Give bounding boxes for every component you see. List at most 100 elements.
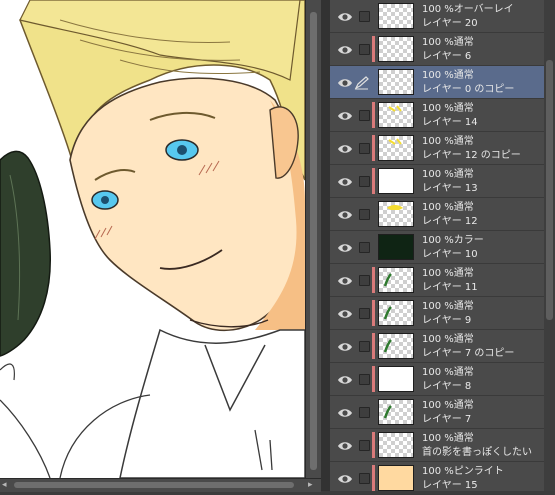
layer-lock-checkbox[interactable] bbox=[359, 44, 370, 55]
eye-icon[interactable] bbox=[337, 42, 353, 56]
layer-blend-mode: 100 %通常 bbox=[422, 103, 474, 114]
layer-blend-mode: 100 %通常 bbox=[422, 136, 474, 147]
pencil-icon bbox=[354, 75, 370, 90]
eye-icon[interactable] bbox=[337, 174, 353, 188]
layer-row[interactable]: 100 %カラー レイヤー 10 bbox=[330, 231, 544, 264]
layer-row[interactable]: 100 %通常 レイヤー 11 bbox=[330, 264, 544, 297]
layer-name: レイヤー 0 のコピー bbox=[422, 84, 515, 95]
scroll-left-arrow-icon[interactable]: ◂ bbox=[2, 480, 7, 490]
layer-lock-checkbox[interactable] bbox=[359, 407, 370, 418]
canvas-horizontal-scroll-thumb[interactable] bbox=[14, 482, 294, 488]
eye-icon[interactable] bbox=[337, 405, 353, 419]
layer-blend-mode: 100 %カラー bbox=[422, 235, 484, 246]
layer-name: レイヤー 15 bbox=[422, 480, 478, 491]
layer-thumbnail bbox=[378, 135, 414, 161]
scroll-right-arrow-icon[interactable]: ▸ bbox=[308, 480, 313, 490]
layer-blend-mode: 100 %通常 bbox=[422, 334, 474, 345]
canvas-vertical-scroll-thumb[interactable] bbox=[310, 12, 317, 470]
layer-panel-scroll-thumb[interactable] bbox=[546, 60, 553, 320]
layer-row[interactable]: 100 %ピンライト レイヤー 15 bbox=[330, 462, 544, 495]
layer-lock-checkbox[interactable] bbox=[359, 473, 370, 484]
glove-shape bbox=[0, 150, 51, 357]
layer-row[interactable]: 100 %通常 首の影を書っぽくしたい bbox=[330, 429, 544, 462]
layer-name: レイヤー 8 bbox=[422, 381, 472, 392]
layer-lock-checkbox[interactable] bbox=[359, 440, 370, 451]
eye-icon[interactable] bbox=[337, 471, 353, 485]
character-illustration bbox=[0, 0, 305, 478]
layer-thumbnail bbox=[378, 300, 414, 326]
layer-lock-checkbox[interactable] bbox=[359, 110, 370, 121]
layer-panel-scrollbar[interactable] bbox=[544, 0, 555, 491]
layer-thumbnail bbox=[378, 465, 414, 491]
layer-row[interactable]: 100 %通常レイヤー 7 のコピー bbox=[330, 330, 544, 363]
clipping-indicator bbox=[372, 333, 375, 359]
canvas-vertical-scrollbar[interactable] bbox=[305, 0, 322, 478]
layer-row[interactable]: 100 %通常 レイヤー 6 bbox=[330, 33, 544, 66]
layer-name: レイヤー 10 bbox=[422, 249, 478, 260]
layer-blend-mode: 100 %通常 bbox=[422, 367, 474, 378]
panel-divider bbox=[321, 0, 330, 491]
layer-thumbnail bbox=[378, 102, 414, 128]
layer-thumbnail bbox=[378, 333, 414, 359]
layer-blend-mode: 100 %通常 bbox=[422, 202, 474, 213]
layer-name: レイヤー 12 のコピー bbox=[422, 150, 521, 161]
layer-blend-mode: 100 %オーバーレイ bbox=[422, 4, 514, 15]
eye-icon[interactable] bbox=[337, 339, 353, 353]
layer-row[interactable]: 100 %通常 レイヤー 14 bbox=[330, 99, 544, 132]
layer-thumbnail bbox=[378, 69, 414, 95]
clipping-indicator bbox=[372, 168, 375, 194]
layer-thumbnail bbox=[378, 3, 414, 29]
layer-row[interactable]: 100 %通常レイヤー 0 のコピー bbox=[330, 66, 544, 99]
clipping-indicator bbox=[372, 300, 375, 326]
clipping-indicator bbox=[372, 366, 375, 392]
layer-row[interactable]: 100 %通常 レイヤー 8 bbox=[330, 363, 544, 396]
layer-lock-checkbox[interactable] bbox=[359, 143, 370, 154]
layer-row[interactable]: 100 %通常 レイヤー 13 bbox=[330, 165, 544, 198]
eye-icon[interactable] bbox=[337, 9, 353, 23]
clipping-indicator bbox=[372, 102, 375, 128]
layer-name: 首の影を書っぽくしたい bbox=[422, 447, 532, 458]
eye-icon[interactable] bbox=[337, 306, 353, 320]
layer-lock-checkbox[interactable] bbox=[359, 176, 370, 187]
layer-lock-checkbox[interactable] bbox=[359, 242, 370, 253]
layer-lock-checkbox[interactable] bbox=[359, 209, 370, 220]
eye-icon[interactable] bbox=[337, 75, 353, 89]
layer-blend-mode: 100 %ピンライト bbox=[422, 466, 504, 477]
layer-name: レイヤー 14 bbox=[422, 117, 478, 128]
layer-thumbnail bbox=[378, 201, 414, 227]
layer-blend-mode: 100 %通常 bbox=[422, 37, 474, 48]
drawing-canvas[interactable] bbox=[0, 0, 305, 478]
layer-row[interactable]: 100 %通常 レイヤー 12 bbox=[330, 198, 544, 231]
layer-name: レイヤー 7 のコピー bbox=[422, 348, 515, 359]
layer-row[interactable]: 100 %通常 レイヤー 9 bbox=[330, 297, 544, 330]
layer-thumbnail bbox=[378, 168, 414, 194]
eye-icon[interactable] bbox=[337, 207, 353, 221]
layer-lock-checkbox[interactable] bbox=[359, 275, 370, 286]
eye-icon[interactable] bbox=[337, 240, 353, 254]
canvas-horizontal-scrollbar[interactable]: ◂ ▸ bbox=[0, 478, 321, 492]
layer-name: レイヤー 7 bbox=[422, 414, 472, 425]
layer-blend-mode: 100 %通常 bbox=[422, 400, 474, 411]
layer-name: レイヤー 9 bbox=[422, 315, 472, 326]
eye-icon[interactable] bbox=[337, 141, 353, 155]
layer-row[interactable]: 100 %通常 レイヤー 7 bbox=[330, 396, 544, 429]
layer-blend-mode: 100 %通常 bbox=[422, 70, 474, 81]
eye-icon[interactable] bbox=[337, 108, 353, 122]
eye-icon[interactable] bbox=[337, 438, 353, 452]
layer-lock-checkbox[interactable] bbox=[359, 308, 370, 319]
eye-icon[interactable] bbox=[337, 273, 353, 287]
eye-icon[interactable] bbox=[337, 372, 353, 386]
layer-thumbnail bbox=[378, 366, 414, 392]
clipping-indicator bbox=[372, 465, 375, 491]
layer-name: レイヤー 6 bbox=[422, 51, 472, 62]
layer-lock-checkbox[interactable] bbox=[359, 341, 370, 352]
layer-thumbnail bbox=[378, 234, 414, 260]
layer-thumbnail bbox=[378, 399, 414, 425]
layer-blend-mode: 100 %通常 bbox=[422, 268, 474, 279]
layer-thumbnail bbox=[378, 267, 414, 293]
layer-row[interactable]: 100 %通常レイヤー 12 のコピー bbox=[330, 132, 544, 165]
layer-lock-checkbox[interactable] bbox=[359, 11, 370, 22]
layer-name: レイヤー 13 bbox=[422, 183, 478, 194]
layer-lock-checkbox[interactable] bbox=[359, 374, 370, 385]
layer-row[interactable]: 100 %オーバーレイ レイヤー 20 bbox=[330, 0, 544, 33]
